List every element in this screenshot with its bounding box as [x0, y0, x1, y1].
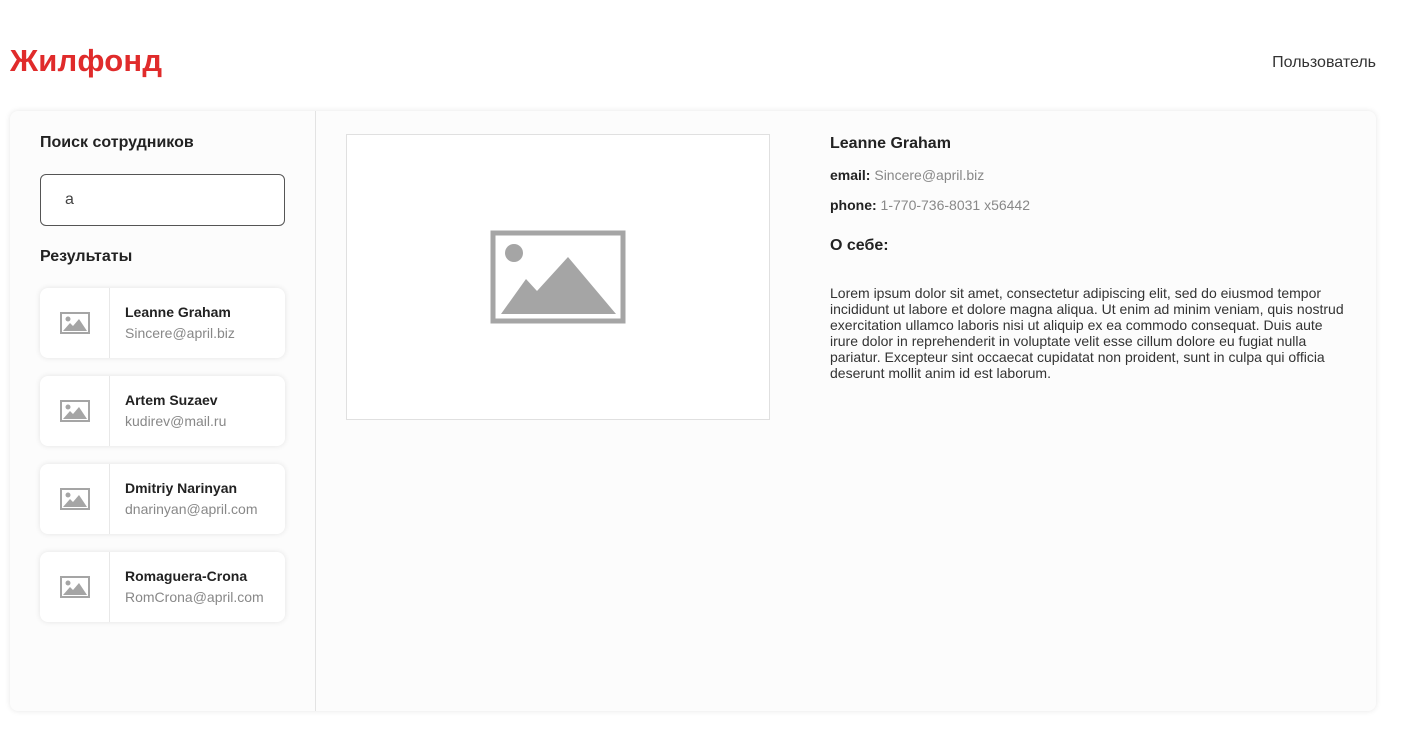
- result-name: Dmitriy Narinyan: [125, 480, 238, 496]
- result-email: kudirev@mail.ru: [125, 413, 227, 429]
- result-email: RomCrona@april.com: [125, 589, 264, 605]
- image-placeholder-icon: [40, 376, 110, 446]
- result-name: Artem Suzaev: [125, 392, 218, 408]
- results-list: Leanne Graham Sincere@april.biz Artem Su…: [40, 288, 285, 640]
- employee-phone-row: phone: 1-770-736-8031 x56442: [830, 197, 1350, 213]
- image-placeholder-icon: [40, 288, 110, 358]
- phone-label: phone:: [830, 197, 877, 213]
- user-menu-link[interactable]: Пользователь: [1272, 54, 1376, 72]
- search-title: Поиск сотрудников: [40, 134, 194, 151]
- about-title: О себе:: [830, 237, 889, 254]
- result-item[interactable]: Artem Suzaev kudirev@mail.ru: [40, 376, 285, 446]
- result-item[interactable]: Dmitriy Narinyan dnarinyan@april.com: [40, 464, 285, 534]
- sidebar: Поиск сотрудников Результаты Leanne Grah…: [10, 111, 316, 711]
- image-placeholder-icon: [490, 230, 626, 324]
- main-card: Поиск сотрудников Результаты Leanne Grah…: [10, 111, 1376, 711]
- about-text: Lorem ipsum dolor sit amet, consectetur …: [830, 285, 1344, 381]
- logo[interactable]: Жилфонд: [10, 43, 162, 79]
- image-placeholder-icon: [40, 464, 110, 534]
- employee-phone: 1-770-736-8031 x56442: [880, 197, 1031, 213]
- results-title: Результаты: [40, 248, 133, 265]
- employee-email: Sincere@april.biz: [874, 167, 985, 183]
- result-name: Leanne Graham: [125, 304, 231, 320]
- result-email: dnarinyan@april.com: [125, 501, 258, 517]
- result-email: Sincere@april.biz: [125, 325, 235, 341]
- employee-name: Leanne Graham: [830, 135, 951, 152]
- result-name: Romaguera-Crona: [125, 568, 248, 584]
- search-input[interactable]: [40, 174, 285, 226]
- employee-details: Leanne Graham email: Sincere@april.biz p…: [830, 135, 1350, 381]
- result-item[interactable]: Romaguera-Crona RomCrona@april.com: [40, 552, 285, 622]
- header: Жилфонд Пользователь: [10, 40, 1376, 84]
- result-item[interactable]: Leanne Graham Sincere@april.biz: [40, 288, 285, 358]
- employee-email-row: email: Sincere@april.biz: [830, 167, 1350, 183]
- email-label: email:: [830, 167, 871, 183]
- employee-photo: [346, 134, 770, 420]
- image-placeholder-icon: [40, 552, 110, 622]
